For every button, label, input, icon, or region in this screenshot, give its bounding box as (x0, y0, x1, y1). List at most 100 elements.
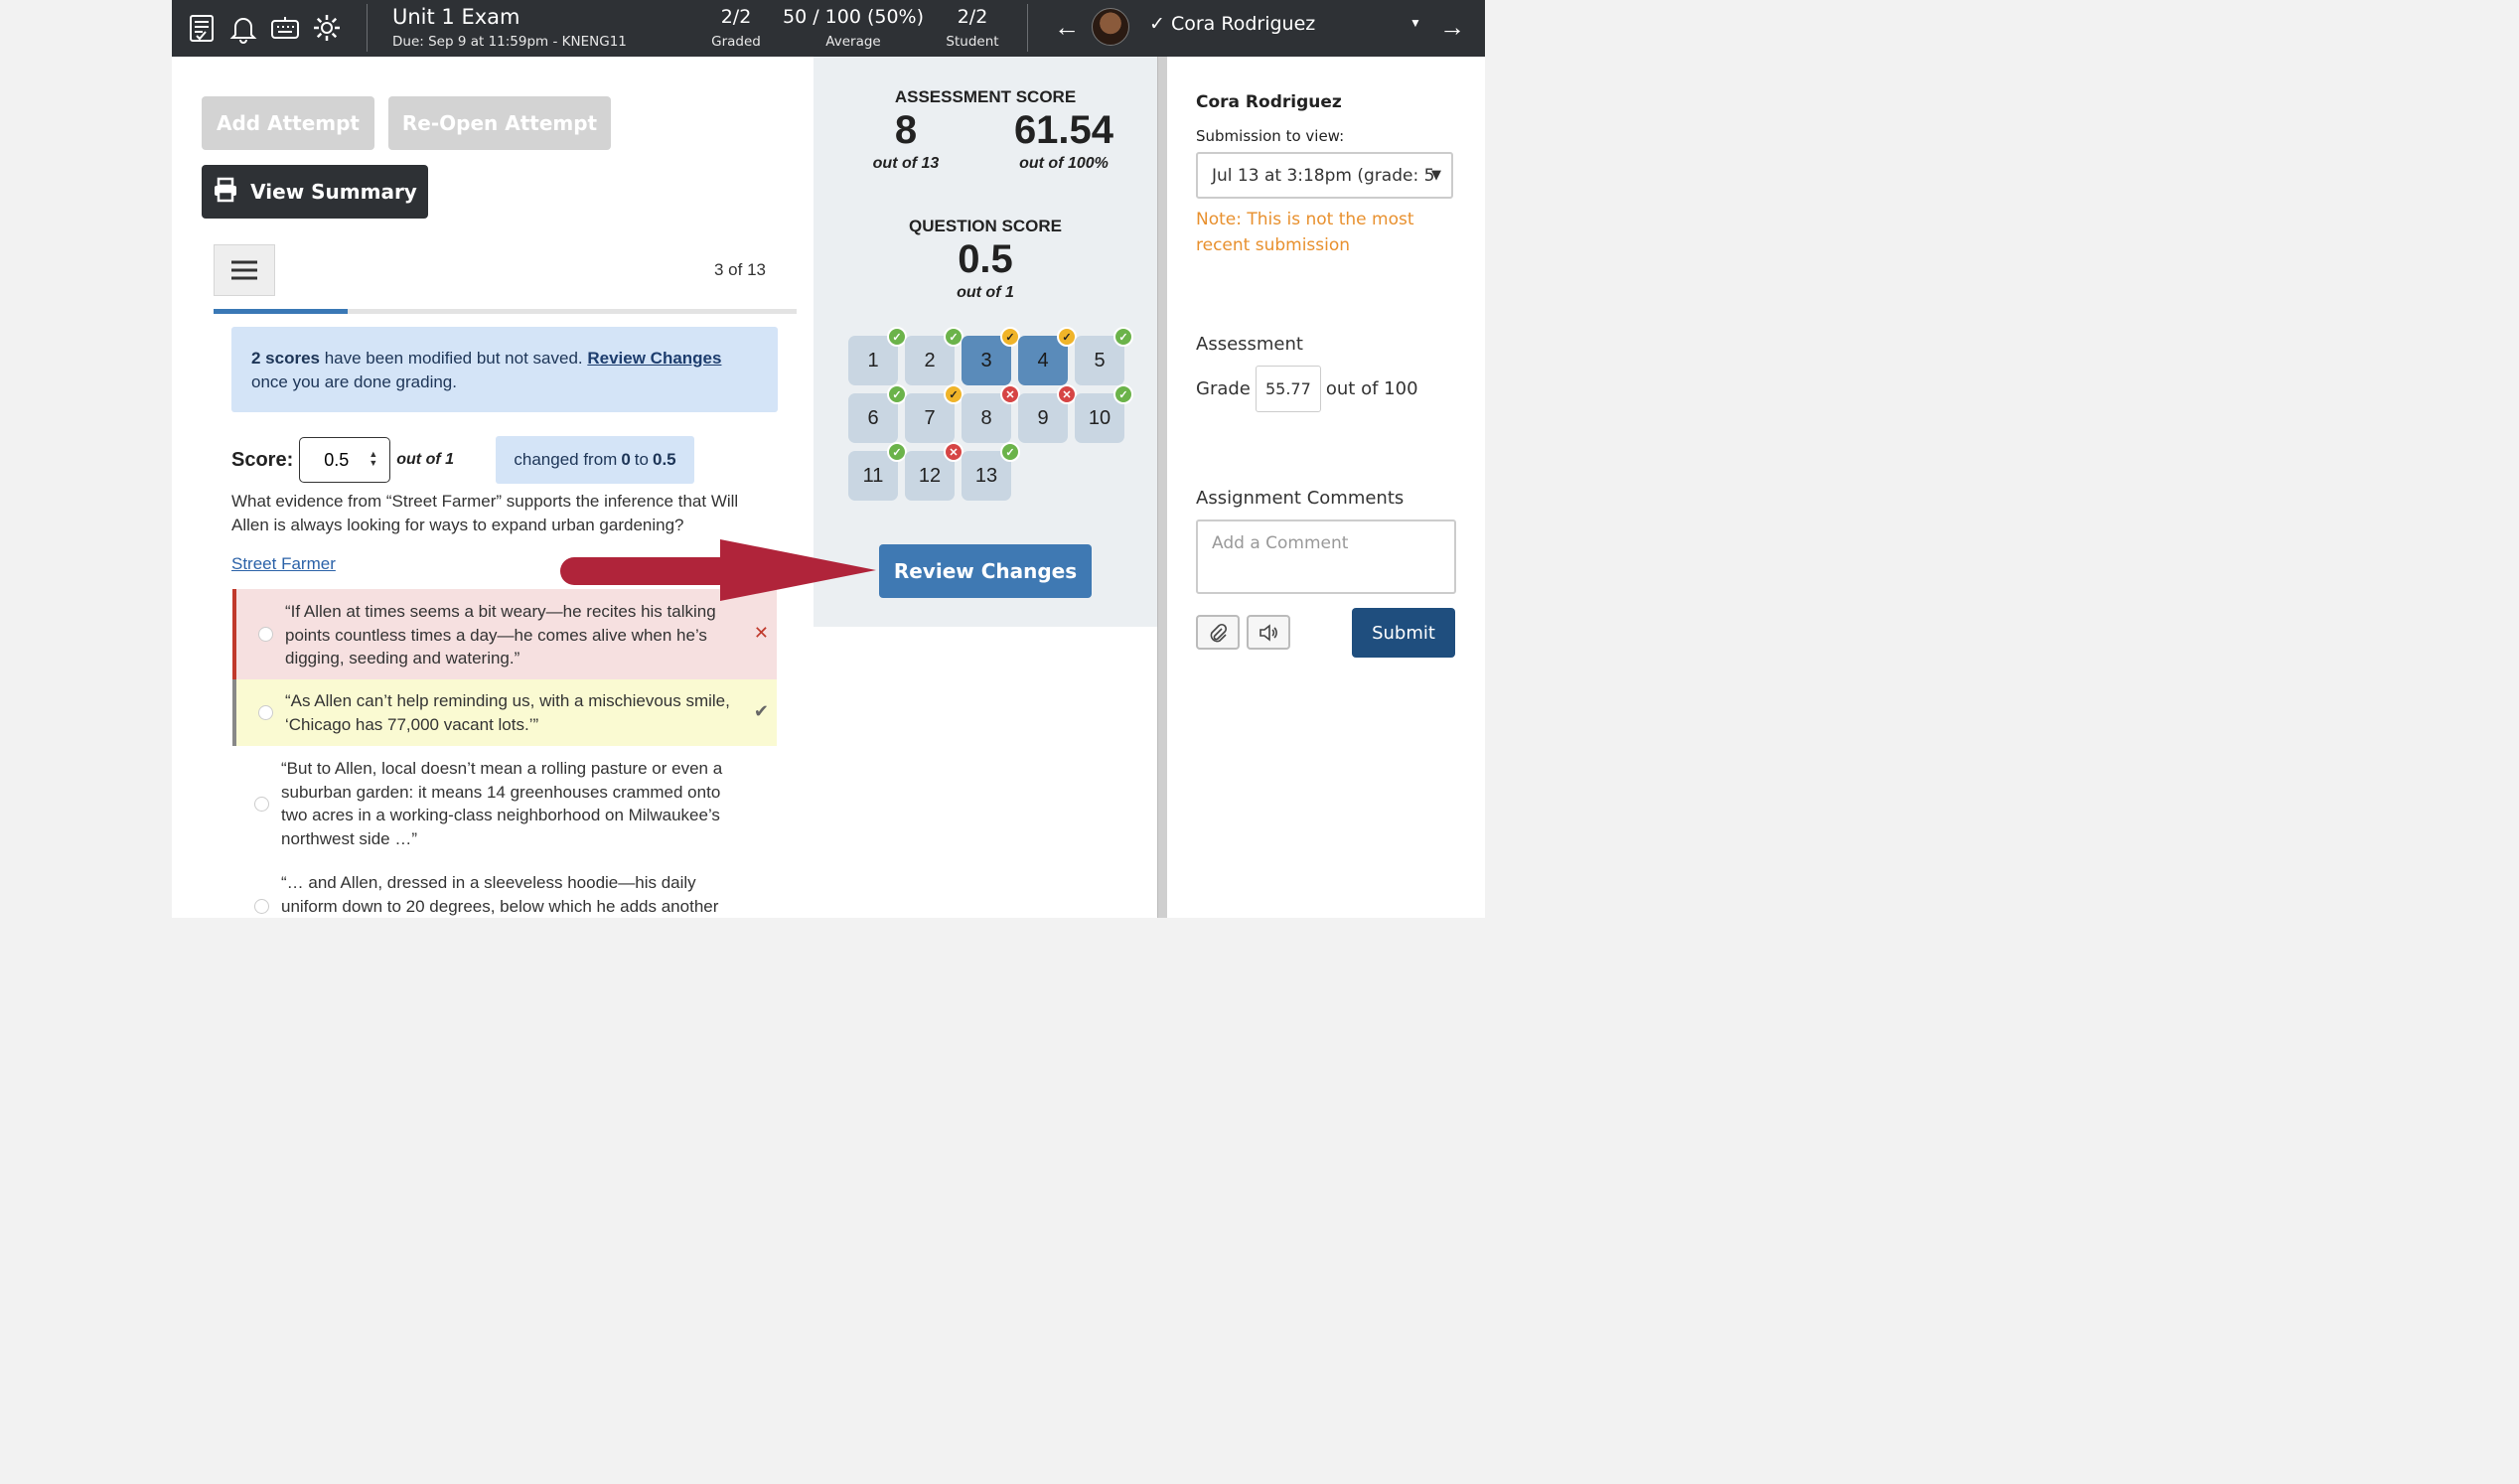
top-bar: Unit 1 Exam Due: Sep 9 at 11:59pm - KNEN… (172, 0, 1485, 57)
stepper-arrows-icon[interactable]: ▲ ▼ (369, 450, 377, 468)
assessment-points-sub: out of 13 (872, 155, 940, 172)
radio-button[interactable] (258, 627, 273, 642)
view-summary-button[interactable]: View Summary (202, 165, 428, 219)
bell-icon[interactable] (227, 12, 259, 44)
audio-button[interactable] (1247, 615, 1290, 650)
next-student-arrow-icon[interactable]: → (1439, 12, 1465, 43)
correct-check-icon: ✔ (753, 701, 769, 721)
grade-input[interactable]: 55.77 (1255, 366, 1321, 412)
partial-check-icon: ✓ (1000, 327, 1020, 347)
assessment-label: Assessment (1196, 334, 1303, 355)
question-number: 9 (1037, 406, 1049, 429)
radio-button[interactable] (254, 797, 269, 812)
question-tile[interactable]: 11 ✓ (848, 442, 907, 501)
graded-label: Graded (711, 34, 761, 50)
comment-input[interactable]: Add a Comment (1196, 519, 1456, 594)
gradebook-icon[interactable] (186, 12, 218, 44)
score-value: 0.5 (324, 449, 350, 470)
check-icon: ✓ (1149, 13, 1165, 35)
average-stat: 50 / 100 (50%) Average (780, 6, 927, 50)
chevron-down-icon: ▼ (1431, 168, 1441, 183)
question-tile[interactable]: 5 ✓ (1075, 327, 1133, 385)
question-number: 8 (980, 406, 992, 429)
radio-button[interactable] (254, 899, 269, 914)
student-select[interactable]: ✓ Cora Rodriguez (1149, 13, 1315, 35)
question-score-sub: out of 1 (957, 284, 1014, 301)
keyboard-icon[interactable] (269, 12, 301, 44)
separator (367, 4, 368, 52)
app-window: Unit 1 Exam Due: Sep 9 at 11:59pm - KNEN… (172, 0, 1485, 918)
red-arrow-annotation (560, 539, 876, 601)
submit-button[interactable]: Submit (1352, 608, 1455, 658)
view-summary-label: View Summary (250, 180, 417, 204)
correct-check-icon: ✓ (1113, 384, 1133, 404)
correct-check-icon: ✓ (887, 327, 907, 347)
question-menu-button[interactable] (214, 244, 275, 296)
assessment-points: 8 (894, 108, 918, 152)
correct-check-icon: ✓ (1000, 442, 1020, 462)
partial-check-icon: ✓ (1057, 327, 1077, 347)
score-row: Score: 0.5 ▲ ▼ out of 1 (231, 437, 454, 483)
partial-check-icon: ✓ (944, 384, 963, 404)
notice-tail: once you are done grading. (251, 372, 457, 391)
grading-sidebar: Cora Rodriguez Submission to view: Jul 1… (1167, 57, 1485, 717)
answer-option[interactable]: “But to Allen, local doesn’t mean a roll… (232, 757, 777, 850)
student-count-label: Student (946, 34, 999, 50)
incorrect-x-icon: ✕ (944, 442, 963, 462)
question-number: 3 (980, 349, 992, 371)
question-number: 1 (867, 349, 879, 371)
question-number: 13 (974, 464, 998, 487)
add-attempt-button[interactable]: Add Attempt (202, 96, 374, 150)
correct-check-icon: ✓ (944, 327, 963, 347)
graded-stat: 2/2 Graded (704, 6, 768, 50)
answer-option[interactable]: “As Allen can’t help reminding us, with … (232, 679, 777, 746)
exam-due-date: Due: Sep 9 at 11:59pm - KNENG11 (392, 34, 627, 50)
notice-text: have been modified but not saved. (320, 349, 588, 368)
question-tile[interactable]: 10 ✓ (1075, 384, 1133, 443)
correct-check-icon: ✓ (1113, 327, 1133, 347)
question-tile[interactable]: 2 ✓ (905, 327, 963, 385)
question-tile[interactable]: 8 ✕ (962, 384, 1020, 443)
question-score: 0.5 (958, 237, 1013, 281)
question-number: 12 (918, 464, 942, 487)
printer-icon (213, 177, 238, 208)
grade-label: Grade (1196, 378, 1251, 399)
radio-button[interactable] (258, 705, 273, 720)
answer-option[interactable]: “… and Allen, dressed in a sleeveless ho… (232, 871, 777, 918)
question-tile[interactable]: 1 ✓ (848, 327, 907, 385)
question-tile[interactable]: 6 ✓ (848, 384, 907, 443)
question-tile[interactable]: 7 ✓ (905, 384, 963, 443)
changed-prefix: changed from (514, 450, 618, 469)
prev-student-arrow-icon[interactable]: ← (1054, 12, 1080, 43)
passage-link[interactable]: Street Farmer (231, 554, 336, 574)
submission-note: Note: This is not the most recent submis… (1196, 210, 1414, 255)
submission-value: Jul 13 at 3:18pm (grade: 5 (1212, 165, 1435, 186)
question-tile[interactable]: 13 ✓ (962, 442, 1020, 501)
graded-value: 2/2 (720, 6, 752, 28)
question-tile[interactable]: 9 ✕ (1018, 384, 1077, 443)
average-value: 50 / 100 (50%) (782, 6, 925, 28)
chevron-down-icon[interactable]: ▼ (1409, 16, 1421, 30)
question-progress-bar (214, 309, 797, 314)
panel-divider[interactable] (1157, 57, 1167, 918)
question-number: 2 (924, 349, 936, 371)
assessment-percent-sub: out of 100% (1019, 155, 1109, 172)
question-number: 7 (924, 406, 936, 429)
question-tile[interactable]: 4 ✓ (1018, 327, 1077, 385)
question-position: 3 of 13 (714, 260, 766, 279)
question-number: 10 (1088, 406, 1111, 429)
review-changes-button[interactable]: Review Changes (879, 544, 1092, 598)
gear-icon[interactable] (311, 12, 343, 44)
answer-text: “But to Allen, local doesn’t mean a roll… (281, 759, 723, 848)
question-tile[interactable]: 3 ✓ (962, 327, 1020, 385)
submission-label: Submission to view: (1196, 127, 1345, 145)
submission-select[interactable]: Jul 13 at 3:18pm (grade: 5 ▼ (1196, 152, 1453, 199)
score-stepper[interactable]: 0.5 ▲ ▼ (299, 437, 391, 483)
reopen-attempt-button[interactable]: Re-Open Attempt (388, 96, 611, 150)
score-out-of: out of 1 (396, 451, 455, 468)
attach-button[interactable] (1196, 615, 1240, 650)
correct-check-icon: ✓ (887, 384, 907, 404)
incorrect-x-icon: ✕ (1057, 384, 1077, 404)
question-tile[interactable]: 12 ✕ (905, 442, 963, 501)
review-changes-link[interactable]: Review Changes (587, 349, 721, 368)
